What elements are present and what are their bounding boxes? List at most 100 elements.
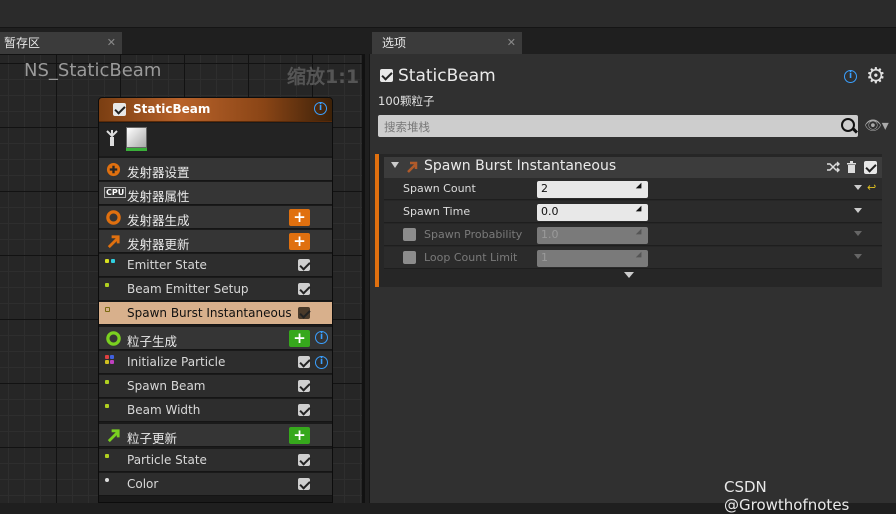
param-label: Spawn Count (403, 182, 476, 195)
dependency-dot-icon (105, 360, 109, 364)
stack-row-particle-spawn[interactable]: 粒子生成 + i (99, 327, 332, 350)
stack-search-input[interactable]: 搜索堆栈 (378, 115, 858, 137)
dependency-dot-icon (105, 283, 109, 287)
stack-row-label: Initialize Particle (127, 355, 226, 369)
module-enable-checkbox[interactable] (298, 380, 310, 392)
module-accent-bar (375, 154, 379, 287)
info-icon[interactable]: i (844, 70, 857, 83)
param-row-spawn-count[interactable]: Spawn Count 2 ↩ (384, 178, 882, 200)
search-placeholder: 搜索堆栈 (384, 120, 430, 134)
eye-icon[interactable]: 👁▾ (864, 118, 889, 134)
stack-row-emitter-settings[interactable]: 发射器设置 (99, 158, 332, 181)
loop-count-limit-input[interactable]: 1 (537, 250, 648, 267)
info-icon[interactable]: i (315, 331, 328, 344)
chevron-down-icon[interactable] (854, 208, 862, 213)
dependency-dot-icon (105, 478, 109, 482)
stack-row-label: Beam Emitter Setup (127, 282, 249, 296)
stack-row-label: 发射器属性 (127, 189, 190, 204)
stack-row-emitter-properties[interactable]: CPU 发射器属性 (99, 182, 332, 205)
stack-row-label: Spawn Burst Instantaneous (127, 306, 292, 320)
dependency-dot-icon (105, 404, 109, 408)
param-row-spawn-probability[interactable]: Spawn Probability 1.0 (384, 224, 882, 246)
delete-icon[interactable] (846, 161, 857, 173)
node-title: StaticBeam (133, 102, 211, 116)
chevron-down-icon[interactable] (854, 254, 862, 259)
expand-advanced-icon[interactable] (624, 272, 634, 278)
stack-row-label: Color (127, 477, 159, 491)
tab-label: 选项 (382, 36, 407, 50)
particle-count: 100颗粒子 (378, 94, 435, 108)
emitter-node[interactable]: StaticBeam i 发射器设置 CPU 发射器属性 发射器生成 + 发射器… (98, 97, 333, 503)
search-icon[interactable] (841, 118, 855, 132)
tab-scratch-pad[interactable]: 暂存区 ✕ (0, 32, 122, 54)
chevron-down-icon[interactable] (854, 231, 862, 236)
module-enable-checkbox[interactable] (864, 161, 877, 174)
dependency-dot-icon (110, 355, 114, 359)
module-enable-checkbox[interactable] (298, 283, 310, 295)
details-title: StaticBeam (398, 66, 496, 86)
material-thumbnail[interactable] (126, 127, 147, 151)
module-enable-checkbox[interactable] (298, 404, 310, 416)
node-header[interactable]: StaticBeam i (99, 98, 332, 122)
module-enable-checkbox[interactable] (298, 356, 310, 368)
collapse-arrow-icon[interactable] (391, 162, 399, 168)
module-enable-checkbox[interactable] (298, 259, 310, 271)
cpu-icon: CPU (104, 187, 127, 198)
close-icon[interactable]: ✕ (507, 32, 516, 54)
module-enable-checkbox[interactable] (298, 478, 310, 490)
watermark: CSDN @Growthofnotes (724, 478, 850, 514)
stack-row-initialize-particle[interactable]: Initialize Particle i (99, 351, 332, 374)
module-name: Spawn Burst Instantaneous (424, 158, 617, 174)
stack-row-label: 粒子生成 (127, 334, 178, 349)
stack-row-particle-state[interactable]: Particle State (99, 449, 332, 472)
stack-row-label: 发射器设置 (127, 165, 190, 180)
stack-row-beam-width[interactable]: Beam Width (99, 399, 332, 422)
node-toolbar (99, 123, 332, 156)
close-icon[interactable]: ✕ (107, 32, 116, 54)
stack-row-label: 发射器更新 (127, 237, 190, 252)
stack-row-beam-emitter-setup[interactable]: Beam Emitter Setup (99, 278, 332, 301)
panel-splitter[interactable] (362, 54, 365, 503)
chevron-down-icon[interactable] (854, 185, 862, 190)
param-enable-checkbox[interactable] (403, 228, 416, 241)
dependency-dot-icon (105, 307, 110, 312)
add-module-button[interactable]: + (289, 427, 310, 444)
graph-title: NS_StaticBeam (24, 60, 162, 81)
spawn-probability-input[interactable]: 1.0 (537, 227, 648, 244)
tab-label: 暂存区 (4, 36, 41, 50)
stack-row-color[interactable]: Color (99, 473, 332, 496)
emitter-enable-checkbox[interactable] (380, 69, 393, 82)
add-module-button[interactable]: + (289, 209, 310, 226)
spawn-time-input[interactable]: 0.0 (537, 204, 648, 221)
stack-row-spawn-burst-instantaneous[interactable]: Spawn Burst Instantaneous (99, 302, 332, 325)
emitter-icon (106, 130, 118, 146)
shuffle-icon[interactable] (826, 161, 840, 173)
info-icon[interactable]: i (314, 102, 327, 115)
param-row-loop-count-limit[interactable]: Loop Count Limit 1 (384, 247, 882, 269)
dependency-dot-icon (111, 259, 115, 263)
reset-to-default-icon[interactable]: ↩ (867, 181, 876, 194)
dependency-dot-icon (105, 355, 109, 359)
dependency-dot-icon (105, 454, 109, 458)
dependency-dot-icon (110, 360, 114, 364)
module-update-icon (407, 161, 418, 173)
gear-icon[interactable]: ⚙ (866, 66, 886, 88)
stack-row-emitter-state[interactable]: Emitter State (99, 254, 332, 277)
stack-row-emitter-spawn[interactable]: 发射器生成 + (99, 206, 332, 229)
module-enable-checkbox[interactable] (298, 307, 310, 319)
add-module-button[interactable]: + (289, 330, 310, 347)
param-enable-checkbox[interactable] (403, 251, 416, 264)
stack-row-spawn-beam[interactable]: Spawn Beam (99, 375, 332, 398)
stack-row-emitter-update[interactable]: 发射器更新 + (99, 230, 332, 253)
emitter-update-icon (107, 235, 120, 249)
info-icon[interactable]: i (315, 356, 328, 369)
stack-row-label: Particle State (127, 453, 207, 467)
spawn-count-input[interactable]: 2 (537, 181, 648, 198)
emitter-enable-checkbox[interactable] (113, 103, 126, 116)
tab-options[interactable]: 选项 ✕ (372, 32, 522, 54)
stack-row-label: Spawn Beam (127, 379, 206, 393)
stack-row-particle-update[interactable]: 粒子更新 + (99, 424, 332, 447)
add-module-button[interactable]: + (289, 233, 310, 250)
param-row-spawn-time[interactable]: Spawn Time 0.0 (384, 201, 882, 223)
module-enable-checkbox[interactable] (298, 454, 310, 466)
